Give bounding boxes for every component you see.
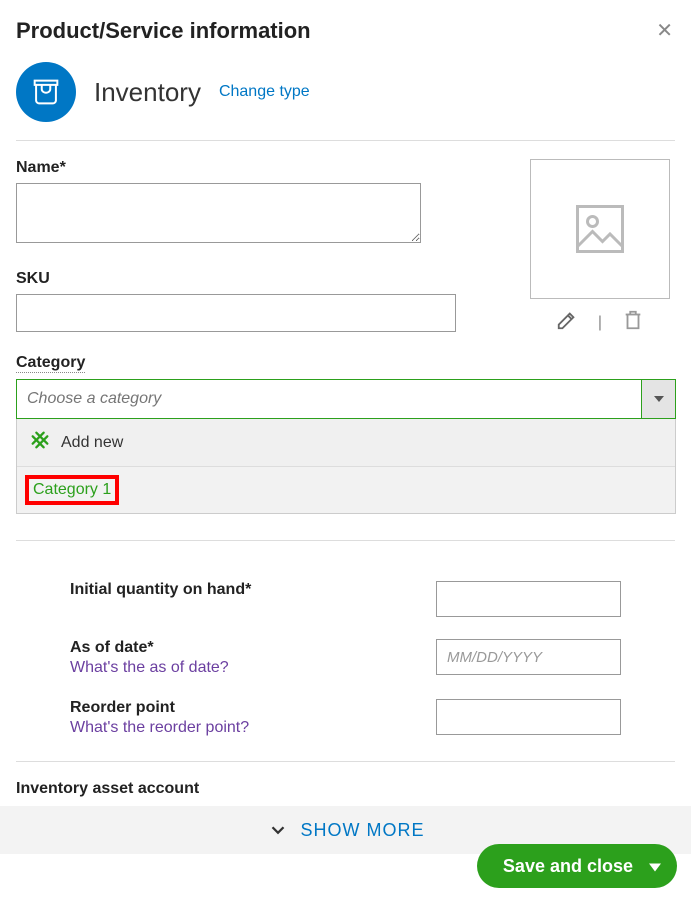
save-and-close-button[interactable]: Save and close	[477, 844, 677, 888]
sku-label: SKU	[16, 270, 465, 288]
save-dropdown-caret-icon[interactable]	[649, 856, 661, 877]
add-new-icon	[29, 429, 51, 456]
change-type-link[interactable]: Change type	[219, 83, 310, 101]
highlight-box: Category 1	[25, 475, 119, 505]
add-new-label: Add new	[61, 434, 123, 452]
category-dropdown: Add new Category 1	[16, 419, 676, 514]
type-label: Inventory	[94, 77, 201, 108]
divider	[16, 540, 675, 541]
image-placeholder[interactable]	[530, 159, 670, 299]
sku-input[interactable]	[16, 294, 456, 332]
dropdown-caret-icon[interactable]	[641, 380, 675, 418]
initial-qty-label: Initial quantity on hand*	[70, 581, 251, 599]
modal-title: Product/Service information	[16, 18, 675, 44]
category-1-label: Category 1	[33, 481, 111, 498]
reorder-point-label: Reorder point	[70, 699, 249, 717]
dropdown-add-new[interactable]: Add new	[17, 419, 675, 466]
divider	[16, 761, 675, 762]
edit-image-icon[interactable]	[556, 309, 578, 336]
category-label: Category	[16, 354, 85, 373]
chevron-down-icon	[267, 819, 289, 841]
reorder-point-input[interactable]	[436, 699, 621, 735]
initial-qty-input[interactable]	[436, 581, 621, 617]
delete-image-icon[interactable]	[622, 309, 644, 336]
name-input[interactable]	[16, 183, 421, 243]
category-select[interactable]	[16, 379, 676, 419]
reorder-point-help-link[interactable]: What's the reorder point?	[70, 719, 249, 737]
save-button-label: Save and close	[503, 856, 633, 877]
as-of-date-input[interactable]	[436, 639, 621, 675]
dropdown-item-category-1[interactable]: Category 1	[17, 466, 675, 513]
as-of-date-help-link[interactable]: What's the as of date?	[70, 659, 229, 677]
as-of-date-label: As of date*	[70, 639, 229, 657]
category-input-field[interactable]	[17, 380, 641, 418]
close-icon[interactable]: ✕	[656, 18, 673, 43]
name-label: Name*	[16, 159, 465, 177]
show-more-label: SHOW MORE	[301, 820, 425, 841]
inventory-type-icon	[16, 62, 76, 122]
inventory-asset-account-label: Inventory asset account	[16, 780, 675, 798]
divider	[16, 140, 675, 141]
action-divider: |	[598, 314, 602, 332]
